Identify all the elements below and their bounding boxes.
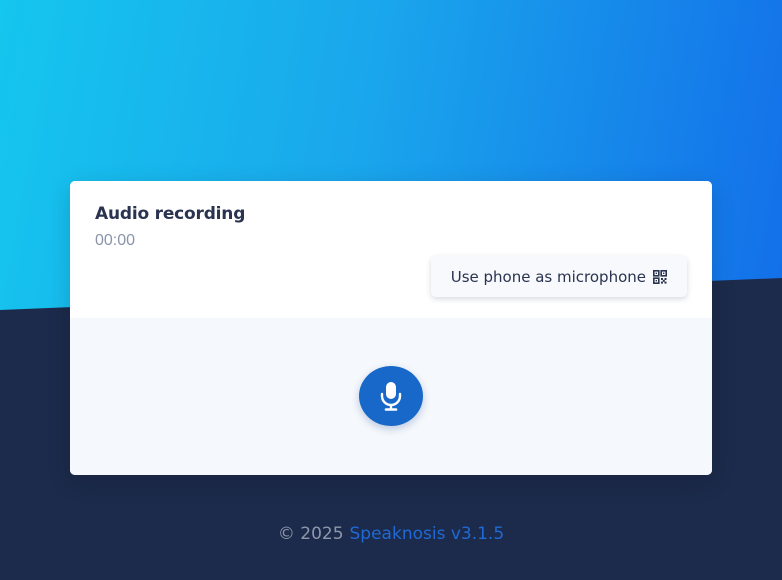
recording-controls [70,318,712,475]
microphone-icon [379,380,403,412]
recording-card: Audio recording 00:00 Use phone as micro… [70,181,712,475]
footer-brand-link[interactable]: Speaknosis v3.1.5 [350,524,505,544]
recording-card-header: Audio recording 00:00 Use phone as micro… [70,181,712,318]
phone-button-label: Use phone as microphone [450,267,646,286]
record-button[interactable] [359,366,423,426]
qr-code-icon [653,269,667,284]
card-title: Audio recording [95,204,246,224]
recording-timer: 00:00 [95,232,136,249]
use-phone-as-microphone-button[interactable]: Use phone as microphone [430,256,687,297]
page: Audio recording 00:00 Use phone as micro… [0,0,782,580]
footer-copyright: © 2025 [277,524,344,544]
footer: © 2025 Speaknosis v3.1.5 [0,524,782,544]
